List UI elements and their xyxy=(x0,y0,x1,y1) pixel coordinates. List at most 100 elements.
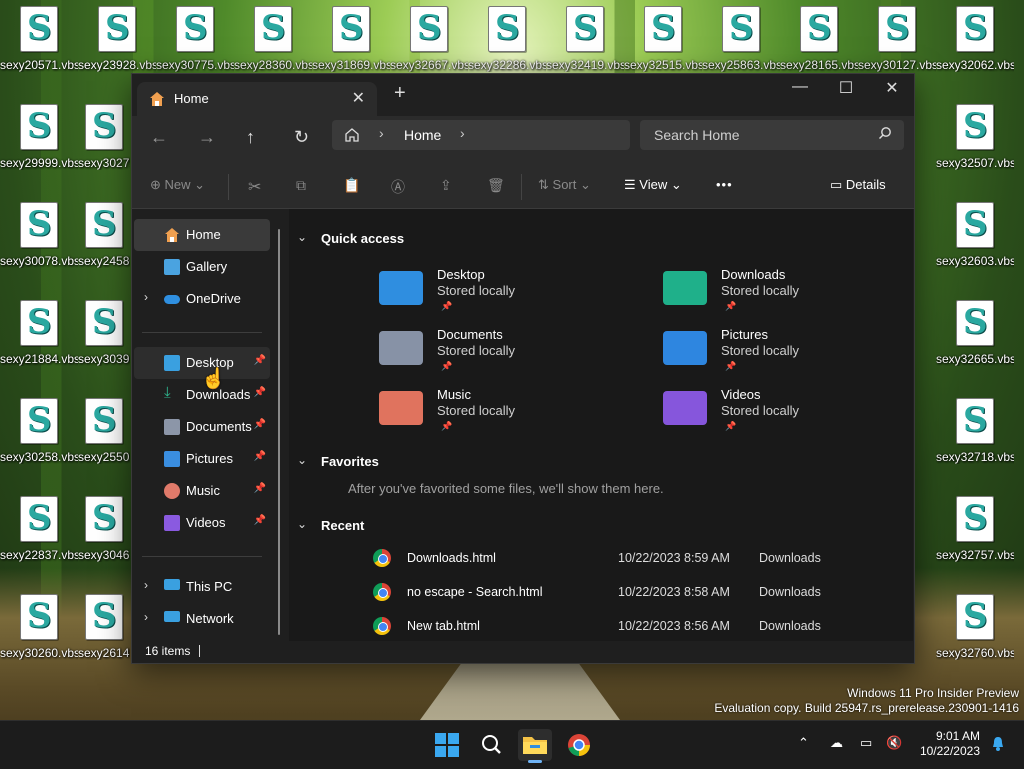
table-row[interactable]: no escape - Search.html 10/22/2023 8:58 … xyxy=(373,581,893,605)
search-box[interactable] xyxy=(640,120,904,150)
desktop-file-icon[interactable]: sexy32286.vbs xyxy=(468,0,546,72)
copy-icon[interactable]: ⧉ xyxy=(296,177,306,194)
pin-icon[interactable]: 📌 xyxy=(254,451,266,462)
desktop-file-icon[interactable]: sexy32507.vbs xyxy=(936,98,1014,170)
section-quick-access[interactable]: ⌄ Quick access xyxy=(297,230,404,246)
show-hidden-icons-chevron-icon[interactable]: ⌃ xyxy=(798,735,809,751)
pin-icon[interactable]: 📌 xyxy=(254,355,266,366)
table-row[interactable]: Downloads.html 10/22/2023 8:59 AM Downlo… xyxy=(373,547,893,571)
address-bar[interactable]: › Home › xyxy=(332,120,630,150)
desktop-file-icon[interactable]: sexy26149 xyxy=(78,588,130,660)
network-tray-icon[interactable]: ▭ xyxy=(860,735,872,751)
pin-icon[interactable]: 📌 xyxy=(254,483,266,494)
sidebar-item-documents[interactable]: Documents 📌 xyxy=(134,411,270,443)
sidebar-item-music[interactable]: Music 📌 xyxy=(134,475,270,507)
table-row[interactable]: New tab.html 10/22/2023 8:56 AM Download… xyxy=(373,615,893,639)
desktop-file-icon[interactable]: sexy25505 xyxy=(78,392,130,464)
chevron-right-icon[interactable]: › xyxy=(144,610,148,624)
back-icon[interactable]: ← xyxy=(150,127,168,148)
desktop-file-icon[interactable]: sexy30396 xyxy=(78,294,130,366)
cut-icon[interactable]: ✂ xyxy=(248,177,261,197)
share-icon[interactable]: ⇪ xyxy=(440,177,452,194)
desktop-file-icon[interactable]: sexy32515.vbs xyxy=(624,0,702,72)
search-taskbar-button[interactable] xyxy=(474,729,508,761)
desktop-file-icon[interactable]: sexy31869.vbs xyxy=(312,0,390,72)
desktop-file-icon[interactable]: sexy22837.vbs xyxy=(0,490,78,562)
title-bar[interactable]: Home ✕ + — ☐ ✕ xyxy=(132,74,914,116)
desktop-file-icon[interactable]: sexy23928.vbs xyxy=(78,0,156,72)
desktop-file-icon[interactable]: sexy30258.vbs xyxy=(0,392,78,464)
desktop-file-icon[interactable]: sexy32665.vbs xyxy=(936,294,1014,366)
minimize-icon[interactable]: — xyxy=(777,78,823,96)
chrome-taskbar-button[interactable] xyxy=(562,729,596,761)
notification-bell-icon[interactable] xyxy=(990,736,1006,757)
search-input[interactable] xyxy=(652,126,866,144)
desktop-file-icon[interactable]: sexy30260.vbs xyxy=(0,588,78,660)
quick-access-item[interactable]: Desktop Stored locally 📌 xyxy=(379,267,619,321)
rename-icon[interactable]: Ⓐ xyxy=(391,177,405,197)
sort-button[interactable]: ⇅ Sort ⌄ xyxy=(538,177,591,193)
forward-icon[interactable]: → xyxy=(198,127,216,148)
desktop-file-icon[interactable]: sexy32718.vbs xyxy=(936,392,1014,464)
sidebar-scrollbar[interactable] xyxy=(278,229,280,635)
chevron-down-icon[interactable]: ⌄ xyxy=(297,230,307,244)
desktop-file-icon[interactable]: sexy32760.vbs xyxy=(936,588,1014,660)
maximize-icon[interactable]: ☐ xyxy=(823,78,869,98)
sidebar-item-this-pc[interactable]: › This PC xyxy=(134,571,270,603)
sidebar-item-gallery[interactable]: Gallery xyxy=(134,251,270,283)
volume-muted-icon[interactable]: 🔇 xyxy=(886,735,902,751)
chevron-right-icon[interactable]: › xyxy=(144,578,148,592)
desktop-file-icon[interactable]: sexy30775.vbs xyxy=(156,0,234,72)
desktop-file-icon[interactable]: sexy32603.vbs xyxy=(936,196,1014,268)
new-tab-icon[interactable]: + xyxy=(394,82,406,105)
desktop-file-icon[interactable]: sexy32667.vbs xyxy=(390,0,468,72)
tab-home[interactable]: Home ✕ xyxy=(137,82,377,116)
quick-access-item[interactable]: Music Stored locally 📌 xyxy=(379,387,619,441)
pin-icon[interactable]: 📌 xyxy=(254,387,266,398)
desktop-file-icon[interactable]: sexy25863.vbs xyxy=(702,0,780,72)
chevron-down-icon[interactable]: ⌄ xyxy=(297,517,307,531)
more-options-button[interactable]: ••• xyxy=(716,177,733,192)
desktop-file-icon[interactable]: sexy32419.vbs xyxy=(546,0,624,72)
view-button[interactable]: ☰ View ⌄ xyxy=(624,177,682,193)
desktop-file-icon[interactable]: sexy32062.vbs xyxy=(936,0,1014,72)
sidebar-item-pictures[interactable]: Pictures 📌 xyxy=(134,443,270,475)
sidebar-item-onedrive[interactable]: › OneDrive xyxy=(134,283,270,315)
file-explorer-taskbar-button[interactable] xyxy=(518,729,552,763)
breadcrumb[interactable]: Home xyxy=(404,127,441,143)
desktop-file-icon[interactable]: sexy20571.vbs xyxy=(0,0,78,72)
desktop-file-icon[interactable]: sexy30275 xyxy=(78,98,130,170)
desktop-file-icon[interactable]: sexy32757.vbs xyxy=(936,490,1014,562)
desktop-file-icon[interactable]: sexy28360.vbs xyxy=(234,0,312,72)
details-button[interactable]: ▭ Details xyxy=(830,177,886,193)
refresh-icon[interactable]: ↻ xyxy=(294,127,309,148)
quick-access-item[interactable]: Documents Stored locally 📌 xyxy=(379,327,619,381)
new-button[interactable]: ⊕ New ⌄ xyxy=(150,177,205,193)
quick-access-item[interactable]: Videos Stored locally 📌 xyxy=(663,387,903,441)
pin-icon[interactable]: 📌 xyxy=(254,419,266,430)
section-recent[interactable]: ⌄ Recent xyxy=(297,517,364,533)
desktop-file-icon[interactable]: sexy29999.vbs xyxy=(0,98,78,170)
onedrive-tray-icon[interactable]: ☁ xyxy=(830,735,843,751)
desktop-file-icon[interactable]: sexy21884.vbs xyxy=(0,294,78,366)
chevron-right-icon[interactable]: › xyxy=(144,290,148,304)
delete-icon[interactable]: 🗑 xyxy=(487,177,505,194)
clock[interactable]: 9:01 AM 10/22/2023 xyxy=(920,729,980,759)
chevron-right-icon[interactable]: › xyxy=(460,125,465,141)
desktop-file-icon[interactable]: sexy28165.vbs xyxy=(780,0,858,72)
close-tab-icon[interactable]: ✕ xyxy=(352,88,365,108)
sidebar-item-videos[interactable]: Videos 📌 xyxy=(134,507,270,539)
desktop-file-icon[interactable]: sexy30467 xyxy=(78,490,130,562)
pin-icon[interactable]: 📌 xyxy=(254,515,266,526)
desktop-file-icon[interactable]: sexy30078.vbs xyxy=(0,196,78,268)
up-icon[interactable]: ↑ xyxy=(246,127,255,148)
chevron-down-icon[interactable]: ⌄ xyxy=(297,453,307,467)
quick-access-item[interactable]: Downloads Stored locally 📌 xyxy=(663,267,903,321)
quick-access-item[interactable]: Pictures Stored locally 📌 xyxy=(663,327,903,381)
paste-icon[interactable]: 📋 xyxy=(343,177,360,194)
sidebar-item-home[interactable]: Home xyxy=(134,219,270,251)
desktop-file-icon[interactable]: sexy30127.vbs xyxy=(858,0,936,72)
sidebar-item-network[interactable]: › Network xyxy=(134,603,270,635)
section-favorites[interactable]: ⌄ Favorites xyxy=(297,453,379,469)
start-button[interactable] xyxy=(430,729,464,761)
